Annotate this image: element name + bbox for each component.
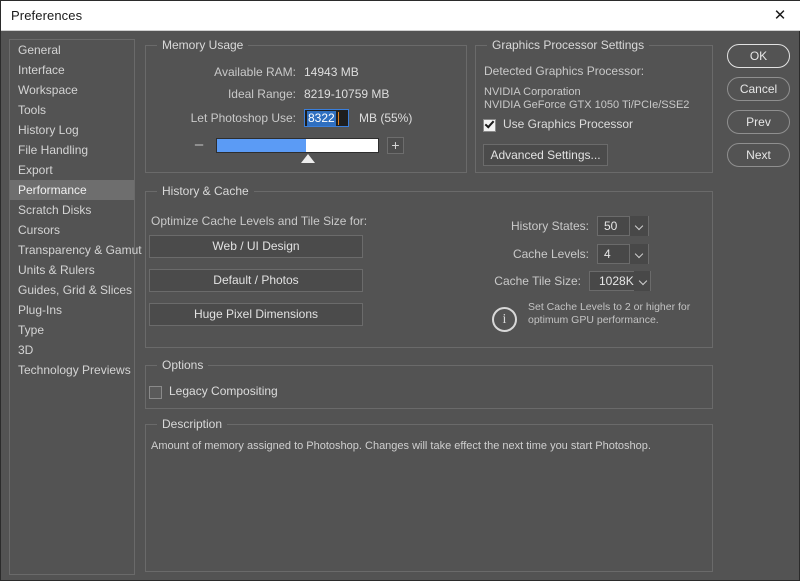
chevron-down-icon[interactable]	[634, 271, 650, 291]
checkbox-box	[483, 118, 496, 132]
chevron-down-icon[interactable]	[629, 244, 648, 264]
description-group-label: Description	[157, 417, 228, 431]
memory-slider[interactable]	[216, 138, 379, 153]
sidebar-item-interface[interactable]: Interface	[10, 60, 134, 80]
gpu-model: NVIDIA GeForce GTX 1050 Ti/PCIe/SSE2	[484, 99, 690, 111]
history-states-select[interactable]: 50	[597, 216, 649, 236]
advanced-settings-button[interactable]: Advanced Settings...	[483, 144, 608, 166]
available-ram-value: 14943 MB	[304, 65, 359, 79]
cancel-button[interactable]: Cancel	[727, 77, 790, 101]
info-icon: i	[492, 307, 517, 332]
legacy-compositing-label: Legacy Compositing	[169, 384, 278, 398]
cache-tile-size-value: 1028K	[599, 274, 634, 288]
sidebar-item-type[interactable]: Type	[10, 320, 134, 340]
options-group-label: Options	[157, 358, 209, 372]
preset-web-ui-design-button[interactable]: Web / UI Design	[149, 235, 363, 258]
memory-usage-group-label: Memory Usage	[157, 38, 249, 52]
sidebar-item-export[interactable]: Export	[10, 160, 134, 180]
sidebar-item-workspace[interactable]: Workspace	[10, 80, 134, 100]
sidebar-item-units-rulers[interactable]: Units & Rulers	[10, 260, 134, 280]
preferences-category-list[interactable]: General Interface Workspace Tools History Lo…	[9, 39, 142, 575]
optimize-cache-label: Optimize Cache Levels and Tile Size for:	[151, 214, 368, 228]
sidebar-item-file-handling[interactable]: File Handling	[10, 140, 134, 160]
sidebar-item-history-log[interactable]: History Log	[10, 120, 134, 140]
ideal-range-value: 8219-10759 MB	[304, 87, 390, 101]
prev-button[interactable]: Prev	[727, 110, 790, 134]
next-button[interactable]: Next	[727, 143, 790, 167]
preset-default-photos-button[interactable]: Default / Photos	[149, 269, 363, 292]
cache-levels-select[interactable]: 4	[597, 244, 649, 264]
ideal-range-label: Ideal Range:	[227, 87, 296, 101]
sidebar-item-cursors[interactable]: Cursors	[10, 220, 134, 240]
checkbox-box	[149, 386, 162, 399]
sidebar-item-tools[interactable]: Tools	[10, 100, 134, 120]
cache-levels-label: Cache Levels:	[512, 247, 589, 261]
sidebar-item-3d[interactable]: 3D	[10, 340, 134, 360]
memory-decrease-button[interactable]: –	[192, 137, 206, 152]
ok-button[interactable]: OK	[727, 44, 790, 68]
history-states-label: History States:	[510, 219, 589, 233]
cache-levels-value: 4	[604, 247, 611, 261]
preferences-dialog: Preferences ✕ General Interface Workspace T…	[0, 0, 800, 581]
sidebar-item-technology-previews[interactable]: Technology Previews	[10, 360, 134, 380]
title-bar: Preferences ✕	[1, 1, 800, 31]
cache-hint-text: Set Cache Levels to 2 or higher for opti…	[528, 301, 691, 326]
memory-increase-button[interactable]: +	[387, 137, 404, 154]
window-title: Preferences	[11, 8, 83, 23]
sidebar-item-general[interactable]: General	[10, 40, 134, 60]
memory-unit-percent: MB (55%)	[359, 111, 413, 125]
let-photoshop-use-label: Let Photoshop Use:	[190, 111, 296, 125]
memory-amount-input[interactable]: 8322	[304, 109, 349, 127]
detected-processor-label: Detected Graphics Processor:	[484, 64, 645, 78]
sidebar-item-scratch-disks[interactable]: Scratch Disks	[10, 200, 134, 220]
cache-tile-size-select[interactable]: 1028K	[589, 271, 651, 291]
sidebar-item-guides-grid-slices[interactable]: Guides, Grid & Slices	[10, 280, 134, 300]
history-cache-group-label: History & Cache	[157, 184, 254, 198]
check-icon	[484, 118, 495, 129]
cache-tile-size-label: Cache Tile Size:	[494, 274, 581, 288]
memory-slider-fill	[217, 139, 306, 152]
graphics-processor-group-label: Graphics Processor Settings	[487, 38, 650, 52]
chevron-down-icon[interactable]	[629, 216, 648, 236]
sidebar-item-plug-ins[interactable]: Plug-Ins	[10, 300, 134, 320]
gpu-vendor: NVIDIA Corporation	[484, 86, 581, 98]
memory-amount-value: 8322	[307, 111, 336, 126]
memory-slider-thumb[interactable]	[301, 154, 315, 163]
description-text: Amount of memory assigned to Photoshop. …	[151, 440, 651, 452]
text-caret	[338, 112, 339, 125]
sidebar-item-performance[interactable]: Performance	[10, 180, 134, 200]
use-graphics-processor-label: Use Graphics Processor	[503, 117, 634, 131]
available-ram-label: Available RAM:	[214, 65, 296, 79]
sidebar-item-transparency-gamut[interactable]: Transparency & Gamut	[10, 240, 142, 260]
preset-huge-pixel-dimensions-button[interactable]: Huge Pixel Dimensions	[149, 303, 363, 326]
close-icon[interactable]: ✕	[767, 5, 793, 27]
history-states-value: 50	[604, 219, 618, 233]
